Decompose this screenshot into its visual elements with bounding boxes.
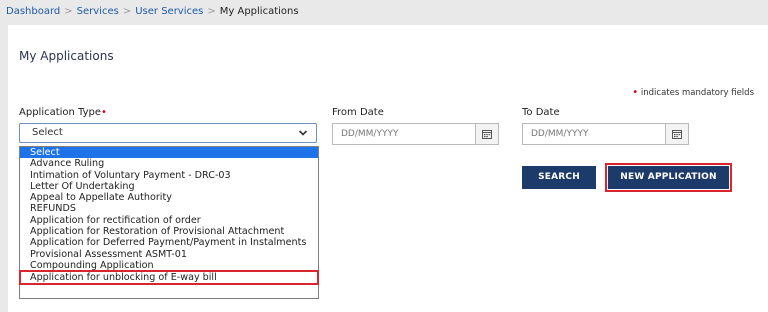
application-type-dropdown: Select Advance Ruling Intimation of Volu…	[19, 146, 319, 299]
dropdown-option-drc-03[interactable]: Intimation of Voluntary Payment - DRC-03	[20, 170, 318, 181]
dropdown-option-restoration[interactable]: Application for Restoration of Provision…	[20, 226, 318, 237]
calendar-icon[interactable]	[475, 123, 499, 145]
dropdown-option-letter-of-undertaking[interactable]: Letter Of Undertaking	[20, 181, 318, 192]
page-title: My Applications	[19, 49, 114, 63]
breadcrumb-user-services-link[interactable]: User Services	[135, 6, 203, 17]
dropdown-option-rectification[interactable]: Application for rectification of order	[20, 215, 318, 226]
dropdown-option-appeal[interactable]: Appeal to Appellate Authority	[20, 192, 318, 203]
required-star: •	[632, 87, 639, 98]
breadcrumb-current: My Applications	[219, 6, 299, 17]
dropdown-option-asmt-01[interactable]: Provisional Assessment ASMT-01	[20, 249, 318, 260]
to-date-label: To Date	[522, 107, 560, 118]
breadcrumb-separator: >	[122, 6, 132, 17]
to-date-input[interactable]: DD/MM/YYYY	[522, 123, 666, 145]
dropdown-option-unblocking-eway-bill[interactable]: Application for unblocking of E-way bill	[19, 270, 319, 286]
mandatory-note: • indicates mandatory fields	[632, 87, 754, 98]
application-type-label: Application Type•	[19, 107, 107, 118]
application-type-selected-value: Select	[32, 127, 63, 138]
dropdown-option-advance-ruling[interactable]: Advance Ruling	[20, 158, 318, 169]
new-application-button[interactable]: NEW APPLICATION	[605, 163, 732, 192]
dropdown-option-refunds[interactable]: REFUNDS	[20, 203, 318, 214]
dropdown-option-select[interactable]: Select	[20, 147, 318, 159]
search-button[interactable]: SEARCH	[522, 166, 596, 189]
from-date-label: From Date	[332, 107, 384, 118]
dropdown-option-deferred-payment[interactable]: Application for Deferred Payment/Payment…	[20, 237, 318, 248]
calendar-icon[interactable]	[665, 123, 689, 145]
breadcrumb-services-link[interactable]: Services	[77, 6, 119, 17]
application-type-select[interactable]: Select	[19, 123, 317, 143]
breadcrumb-separator: >	[207, 6, 216, 17]
mandatory-note-text: indicates mandatory fields	[640, 88, 754, 98]
application-type-label-text: Application Type	[19, 107, 102, 118]
breadcrumb-dashboard-link[interactable]: Dashboard	[6, 6, 60, 17]
dropdown-option-compounding[interactable]: Compounding Application	[20, 260, 318, 271]
breadcrumb: Dashboard > Services > User Services > My Appl…	[0, 0, 768, 24]
breadcrumb-separator: >	[64, 6, 73, 17]
from-date-input[interactable]: DD/MM/YYYY	[332, 123, 476, 145]
required-star: •	[101, 107, 107, 118]
